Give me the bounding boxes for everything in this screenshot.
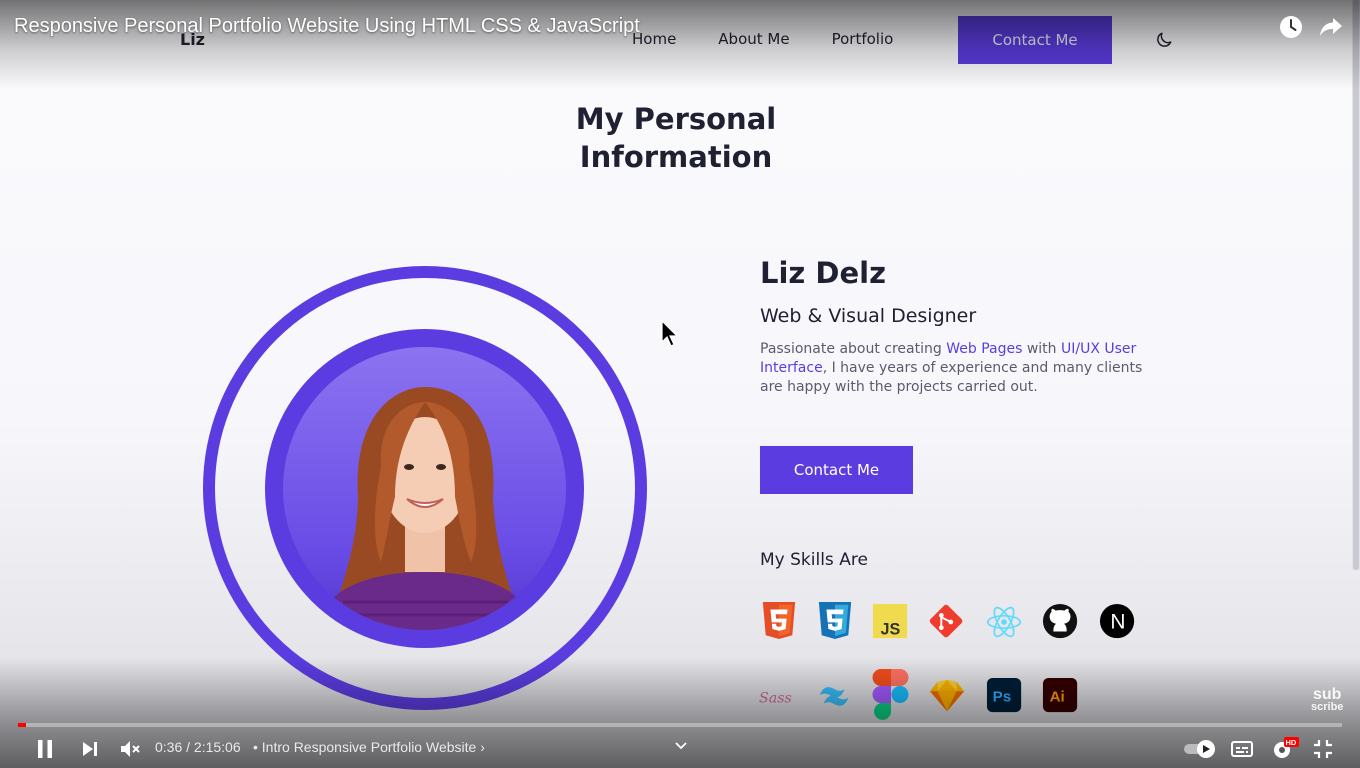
profile-photo: [283, 347, 566, 630]
subscribe-watermark-line1: sub: [1312, 686, 1342, 703]
pause-icon[interactable]: [33, 737, 57, 761]
next-icon[interactable]: [78, 737, 102, 761]
react-icon: [986, 606, 1022, 638]
photoshop-icon-label: Ps: [993, 689, 1012, 706]
video-title[interactable]: Responsive Personal Portfolio Website Us…: [14, 15, 640, 38]
tailwind-icon: [819, 687, 849, 706]
subscribe-watermark[interactable]: sub scribe: [1311, 686, 1344, 714]
video-progress-bar[interactable]: [18, 723, 1342, 727]
javascript-icon-label: JS: [881, 620, 901, 638]
hd-badge: HD: [1284, 737, 1299, 747]
github-icon: [1042, 603, 1078, 639]
sketch-icon: [929, 679, 965, 712]
bio-highlight-web-pages: Web Pages: [946, 341, 1023, 357]
share-icon[interactable]: [1318, 14, 1344, 40]
photo-inner-ring: [265, 329, 584, 648]
video-frame[interactable]: Liz Home About Me Portfolio Contact Me M…: [0, 0, 1360, 768]
nav-portfolio-link[interactable]: Portfolio: [832, 30, 894, 48]
profile-name: Liz Delz: [760, 256, 886, 290]
exit-fullscreen-icon[interactable]: [1311, 737, 1335, 761]
css3-icon: [818, 601, 852, 639]
section-title: My Personal Information: [520, 100, 832, 176]
javascript-icon: JS: [872, 603, 908, 638]
hd-badge-label: HD: [1286, 738, 1297, 747]
moon-icon[interactable]: [1154, 30, 1174, 50]
subtitles-icon[interactable]: [1230, 737, 1254, 761]
autoplay-toggle-icon[interactable]: [1183, 737, 1217, 761]
bio-text-1: Passionate about creating: [760, 341, 947, 357]
profile-role: Web & Visual Designer: [760, 305, 977, 327]
page-scrollbar-thumb[interactable]: [1353, 0, 1359, 570]
mouse-cursor-icon: [661, 320, 679, 347]
profile-bio: Passionate about creating Web Pages with…: [760, 340, 1155, 397]
subscribe-watermark-line2: scribe: [1311, 701, 1344, 713]
git-icon: [929, 604, 963, 638]
chapter-title[interactable]: • Intro Responsive Portfolio Website ›: [253, 739, 485, 755]
bio-text-2: with: [1022, 341, 1061, 357]
illustrator-icon: Ai: [1042, 677, 1078, 713]
page-scrollbar[interactable]: [1352, 0, 1360, 570]
illustrator-icon-label: Ai: [1050, 689, 1065, 706]
profile-portrait-illustration: [313, 387, 538, 630]
video-time: 0:36 / 2:15:06: [155, 739, 241, 755]
nav-about-link[interactable]: About Me: [718, 30, 789, 48]
nextjs-icon: N: [1099, 603, 1135, 639]
chevron-down-icon[interactable]: [674, 739, 688, 753]
figma-icon: [872, 669, 909, 720]
watch-later-icon[interactable]: [1278, 14, 1304, 40]
section-title-line1: My Personal: [575, 102, 777, 136]
nextjs-icon-label: N: [1110, 611, 1125, 634]
site-nav: Home About Me Portfolio: [632, 30, 935, 48]
contact-me-button[interactable]: Contact Me: [760, 446, 913, 494]
sass-icon-label: Sass: [759, 691, 792, 707]
video-progress-played: [18, 723, 26, 727]
html5-icon: [762, 601, 796, 639]
photoshop-icon: Ps: [986, 677, 1022, 713]
sass-icon: Sass: [759, 691, 792, 707]
mute-icon[interactable]: [118, 737, 142, 761]
skills-title: My Skills Are: [760, 550, 868, 570]
section-title-line2: Information: [579, 140, 773, 174]
nav-contact-button[interactable]: Contact Me: [958, 16, 1112, 64]
